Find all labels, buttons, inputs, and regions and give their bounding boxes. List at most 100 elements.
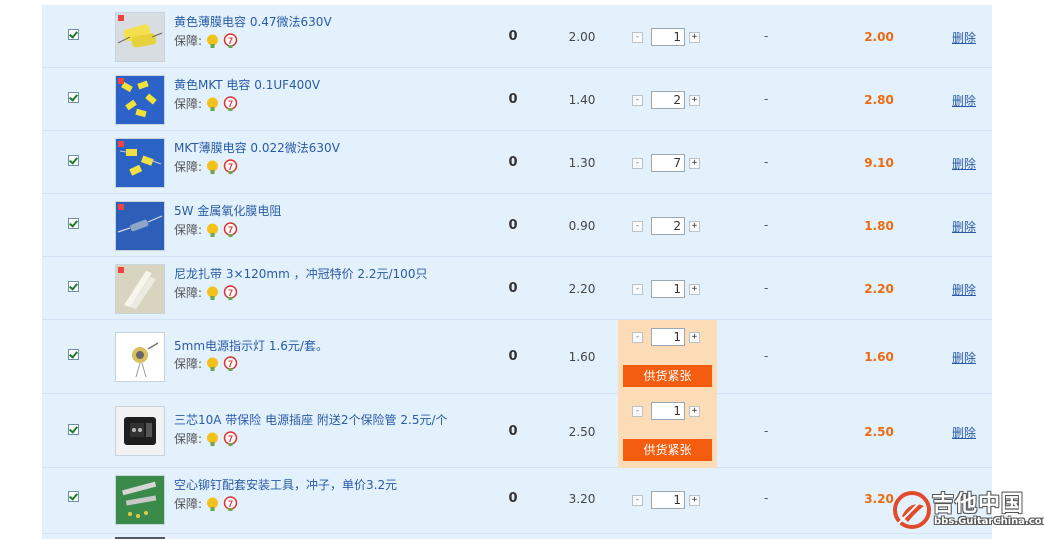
item-checkbox[interactable] xyxy=(68,281,79,292)
seven-day-return-badge-icon: 7 xyxy=(223,222,238,237)
product-title-link[interactable]: 尼龙扎带 3×120mm ，冲冠特价 2.2元/100只 xyxy=(174,265,427,282)
product-title-link[interactable]: 黄色薄膜电容 0.47微法630V xyxy=(174,13,332,30)
product-thumbnail[interactable] xyxy=(115,264,165,314)
increase-quantity-button[interactable]: + xyxy=(689,405,700,417)
low-stock-button[interactable]: 供货紧张 xyxy=(623,365,712,387)
cart-row: 5W 金属氧化膜电阻 保障: 7 0 0.90 - 2 + - 1.80 删除 xyxy=(42,194,992,257)
item-subtotal: 1.60 xyxy=(864,350,894,364)
guarantee-label: 保障: xyxy=(174,97,203,111)
quantity-input[interactable]: 7 xyxy=(651,154,685,172)
seven-day-return-badge-icon: 7 xyxy=(223,431,238,446)
increase-quantity-button[interactable]: + xyxy=(689,283,700,295)
guarantee-row: 保障: 7 xyxy=(174,430,238,447)
guarantee-label: 保障: xyxy=(174,160,203,174)
increase-quantity-button[interactable]: + xyxy=(689,31,700,43)
increase-quantity-button[interactable]: + xyxy=(689,94,700,106)
increase-quantity-button[interactable]: + xyxy=(689,157,700,169)
item-checkbox[interactable] xyxy=(68,218,79,229)
delete-item-link[interactable]: 删除 xyxy=(952,218,976,235)
discount-placeholder: - xyxy=(764,281,769,295)
guarantee-label: 保障: xyxy=(174,34,203,48)
quantity-input[interactable]: 1 xyxy=(651,328,685,346)
product-title-link[interactable]: 黄色MKT 电容 0.1UF400V xyxy=(174,76,320,93)
guarantee-row: 保障: 7 xyxy=(174,495,238,512)
unit-price: 3.20 xyxy=(568,492,596,506)
discount-placeholder: - xyxy=(764,92,769,106)
quantity-input[interactable]: 1 xyxy=(651,280,685,298)
delete-item-link[interactable]: 删除 xyxy=(952,92,976,109)
thumbs-up-badge-icon xyxy=(207,286,219,300)
decrease-quantity-button[interactable]: - xyxy=(632,157,643,169)
watermark-title: 吉他中国 xyxy=(932,492,1025,517)
item-subtotal: 2.00 xyxy=(864,30,894,44)
guarantee-label: 保障: xyxy=(174,357,203,371)
seven-day-return-badge-icon: 7 xyxy=(223,96,238,111)
increase-quantity-button[interactable]: + xyxy=(689,220,700,232)
product-title-link[interactable]: 5mm电源指示灯 1.6元/套。 xyxy=(174,337,328,354)
quantity-input[interactable]: 1 xyxy=(651,402,685,420)
product-title-link[interactable]: MKT薄膜电容 0.022微法630V xyxy=(174,139,340,156)
quantity-zero-value: 0 xyxy=(508,281,518,296)
item-subtotal: 2.20 xyxy=(864,282,894,296)
product-thumbnail[interactable] xyxy=(115,475,165,525)
delete-item-link[interactable]: 删除 xyxy=(952,29,976,46)
product-title-link[interactable]: 三芯10A 带保险 电源插座 附送2个保险管 2.5元/个 xyxy=(174,411,448,428)
product-title-link[interactable]: 空心铆钉配套安装工具，冲子，单价3.2元 xyxy=(174,476,397,493)
quantity-stepper: - 1 + xyxy=(632,327,700,347)
guarantee-label: 保障: xyxy=(174,432,203,446)
decrease-quantity-button[interactable]: - xyxy=(632,405,643,417)
quantity-input[interactable]: 1 xyxy=(651,491,685,509)
increase-quantity-button[interactable]: + xyxy=(689,331,700,343)
item-checkbox[interactable] xyxy=(68,424,79,435)
item-checkbox[interactable] xyxy=(68,29,79,40)
guarantee-row: 保障: 7 xyxy=(174,355,238,372)
product-thumbnail[interactable] xyxy=(115,75,165,125)
quantity-zero-value: 0 xyxy=(508,424,518,439)
delete-item-link[interactable]: 删除 xyxy=(952,424,976,441)
item-subtotal: 2.50 xyxy=(864,425,894,439)
item-checkbox[interactable] xyxy=(68,155,79,166)
item-subtotal: 2.80 xyxy=(864,93,894,107)
product-title-link[interactable]: 5W 金属氧化膜电阻 xyxy=(174,202,281,219)
guarantee-row: 保障: 7 xyxy=(174,284,238,301)
decrease-quantity-button[interactable]: - xyxy=(632,331,643,343)
svg-text:7: 7 xyxy=(228,225,233,235)
product-thumbnail[interactable] xyxy=(115,201,165,251)
svg-text:7: 7 xyxy=(228,36,233,46)
delete-item-link[interactable]: 删除 xyxy=(952,155,976,172)
svg-text:7: 7 xyxy=(228,434,233,444)
item-checkbox[interactable] xyxy=(68,349,79,360)
thumbs-up-badge-icon xyxy=(207,357,219,371)
product-thumbnail[interactable] xyxy=(115,332,165,382)
unit-price: 2.50 xyxy=(568,425,596,439)
guarantee-label: 保障: xyxy=(174,497,203,511)
product-thumbnail[interactable] xyxy=(115,138,165,188)
delete-item-link[interactable]: 删除 xyxy=(952,349,976,366)
thumbs-up-badge-icon xyxy=(207,432,219,446)
delete-item-link[interactable]: 删除 xyxy=(952,281,976,298)
product-thumbnail[interactable] xyxy=(115,406,165,456)
svg-text:7: 7 xyxy=(228,499,233,509)
quantity-zero-value: 0 xyxy=(508,29,518,44)
quantity-input[interactable]: 1 xyxy=(651,28,685,46)
decrease-quantity-button[interactable]: - xyxy=(632,94,643,106)
thumbs-up-badge-icon xyxy=(207,97,219,111)
site-watermark: 吉他中国 bbs.GuitarChina.com xyxy=(890,486,1044,536)
decrease-quantity-button[interactable]: - xyxy=(632,220,643,232)
decrease-quantity-button[interactable]: - xyxy=(632,494,643,506)
cart-row: 黄色薄膜电容 0.47微法630V 保障: 7 0 2.00 - 1 + - 2… xyxy=(42,5,992,68)
item-subtotal: 9.10 xyxy=(864,156,894,170)
decrease-quantity-button[interactable]: - xyxy=(632,31,643,43)
quantity-input[interactable]: 2 xyxy=(651,91,685,109)
item-checkbox[interactable] xyxy=(68,92,79,103)
discount-placeholder: - xyxy=(764,155,769,169)
product-thumbnail[interactable] xyxy=(115,12,165,62)
low-stock-button[interactable]: 供货紧张 xyxy=(623,439,712,461)
item-checkbox[interactable] xyxy=(68,491,79,502)
cart-row: 尼龙扎带 3×120mm ，冲冠特价 2.2元/100只 保障: 7 0 2.2… xyxy=(42,257,992,320)
increase-quantity-button[interactable]: + xyxy=(689,494,700,506)
decrease-quantity-button[interactable]: - xyxy=(632,283,643,295)
quantity-input[interactable]: 2 xyxy=(651,217,685,235)
guarantee-row: 保障: 7 xyxy=(174,221,238,238)
guarantee-row: 保障: 7 xyxy=(174,158,238,175)
